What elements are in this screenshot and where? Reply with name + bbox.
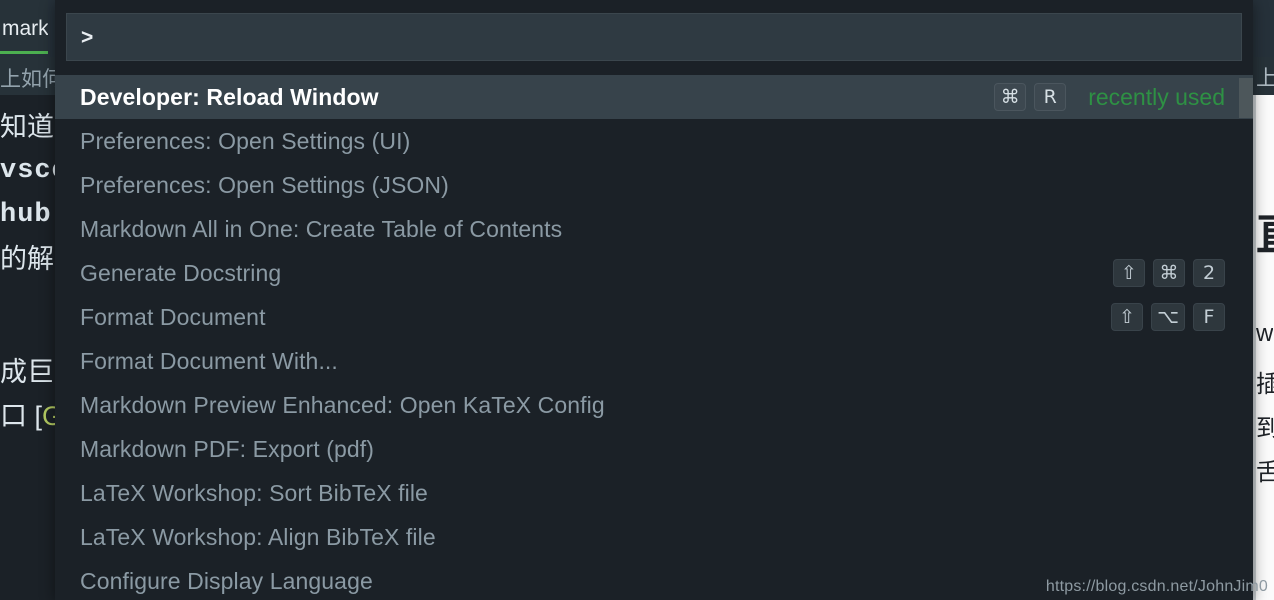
command-row[interactable]: Generate Docstring ⇧ ⌘ 2 bbox=[55, 251, 1253, 295]
breadcrumb[interactable]: 上如何 bbox=[0, 57, 56, 95]
code-line-link: 口 [G. bbox=[0, 394, 56, 438]
command-row-label: Markdown PDF: Export (pdf) bbox=[80, 435, 375, 462]
command-row-meta: ⇧ ⌥ F bbox=[1111, 295, 1225, 339]
editor-tab-label: mark bbox=[2, 17, 48, 40]
code-editor-text[interactable]: 知道 vsco hub:: 的解 成巨 口 [G. bbox=[0, 95, 56, 600]
keybinding-chip: 2 bbox=[1193, 259, 1225, 287]
keybinding-chip: ⌥ bbox=[1151, 303, 1185, 331]
editor-tab-bar: mark bbox=[0, 0, 56, 57]
command-row-meta: ⇧ ⌘ 2 bbox=[1113, 251, 1225, 295]
command-row-label: Markdown All in One: Create Table of Con… bbox=[80, 215, 563, 242]
command-palette-input-wrap[interactable] bbox=[66, 13, 1242, 62]
recently-used-badge: recently used bbox=[1088, 83, 1225, 110]
preview-line: 舌 bbox=[1256, 459, 1274, 486]
code-line: 成巨 bbox=[0, 357, 54, 387]
screen: mark 上如何 知道 vsco hub:: 的解 成巨 口 [G. 直 w 插… bbox=[0, 0, 1274, 600]
command-row[interactable]: Markdown PDF: Export (pdf) bbox=[55, 427, 1253, 471]
command-palette: Developer: Reload Window⌘Rrecently usedP… bbox=[55, 0, 1253, 600]
command-list-scrollbar[interactable] bbox=[1239, 75, 1253, 600]
command-list-scrollbar-thumb[interactable] bbox=[1239, 78, 1253, 118]
preview-line: 插 bbox=[1256, 371, 1274, 398]
code-token-bracket: 口 [ bbox=[0, 401, 43, 431]
command-row-label: Developer: Reload Window bbox=[80, 83, 379, 110]
editor-pane: mark 上如何 知道 vsco hub:: 的解 成巨 口 [G. bbox=[0, 0, 56, 600]
command-row-label: Generate Docstring bbox=[80, 259, 282, 286]
command-row-label: Markdown Preview Enhanced: Open KaTeX Co… bbox=[80, 391, 605, 418]
command-row-label: Preferences: Open Settings (JSON) bbox=[80, 171, 449, 198]
keybinding-chip: ⇧ bbox=[1111, 303, 1144, 331]
command-row-label: LaTeX Workshop: Align BibTeX file bbox=[80, 523, 436, 550]
preview-line: 到 bbox=[1256, 415, 1274, 442]
command-row[interactable]: Format Document ⇧ ⌥ F bbox=[55, 295, 1253, 339]
command-row[interactable]: LaTeX Workshop: Sort BibTeX file bbox=[55, 471, 1253, 515]
code-line: 知道 bbox=[0, 112, 54, 142]
command-row[interactable]: Markdown Preview Enhanced: Open KaTeX Co… bbox=[55, 383, 1253, 427]
watermark-url: https://blog.csdn.net/JohnJim0 bbox=[1045, 578, 1268, 595]
command-row[interactable]: Developer: Reload Window ⌘ Rrecently used bbox=[55, 75, 1253, 119]
command-row[interactable]: Markdown All in One: Create Table of Con… bbox=[55, 207, 1253, 251]
command-row[interactable]: Preferences: Open Settings (JSON) bbox=[55, 163, 1253, 207]
breadcrumb-label: 上如何 bbox=[0, 68, 56, 91]
command-row[interactable]: Format Document With... bbox=[55, 339, 1253, 383]
code-token-link: G bbox=[42, 401, 56, 431]
command-row-label: Format Document With... bbox=[80, 347, 338, 374]
keybinding-chip: ⌘ bbox=[1153, 259, 1185, 287]
command-row-label: Format Document bbox=[80, 303, 266, 330]
preview-tabbar-strip bbox=[1253, 0, 1274, 57]
command-palette-input[interactable] bbox=[79, 14, 1233, 62]
command-row-label: LaTeX Workshop: Sort BibTeX file bbox=[80, 479, 428, 506]
code-line: vsco bbox=[0, 156, 56, 186]
keybinding-chip: R bbox=[1034, 83, 1067, 111]
preview-heading: 直 bbox=[1256, 198, 1274, 262]
preview-breadcrumb-label: 上 bbox=[1256, 67, 1274, 90]
keybinding-chip: F bbox=[1193, 303, 1225, 331]
command-row-label: Preferences: Open Settings (UI) bbox=[80, 127, 411, 154]
preview-line: w bbox=[1256, 320, 1274, 347]
command-list[interactable]: Developer: Reload Window ⌘ Rrecently used P… bbox=[55, 75, 1253, 600]
keybinding-chip: ⇧ bbox=[1113, 259, 1145, 287]
command-row[interactable]: LaTeX Workshop: Align BibTeX file bbox=[55, 515, 1253, 559]
code-line: hub:: bbox=[0, 200, 56, 230]
keybinding-chip: ⌘ bbox=[994, 83, 1027, 111]
command-row-meta: ⌘ Rrecently used bbox=[994, 75, 1225, 119]
command-row[interactable]: Preferences: Open Settings (UI) bbox=[55, 119, 1253, 163]
command-row-label: Configure Display Language bbox=[80, 567, 373, 594]
editor-tab-markdown[interactable]: mark bbox=[0, 0, 48, 54]
code-line: 的解 bbox=[0, 244, 54, 274]
